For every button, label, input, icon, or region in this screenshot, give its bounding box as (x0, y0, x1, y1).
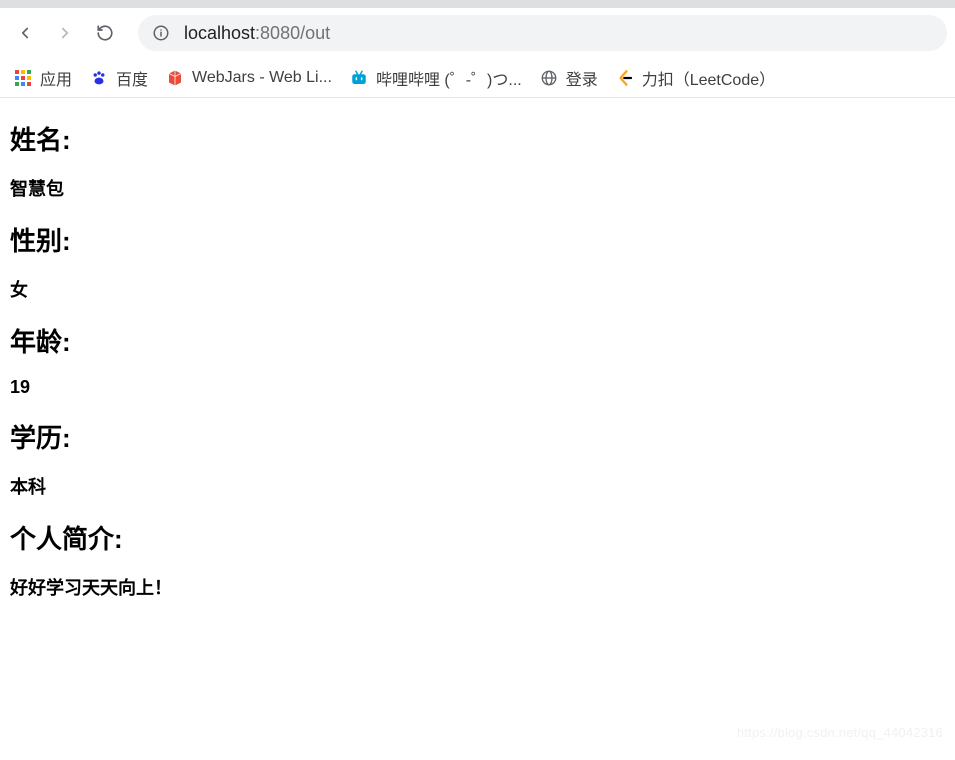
bookmark-label: WebJars - Web Li... (192, 69, 332, 87)
address-bar[interactable]: localhost:8080/out (138, 15, 947, 51)
site-info-icon[interactable] (152, 24, 170, 42)
bookmark-apps[interactable]: 应用 (14, 66, 72, 90)
browser-toolbar: localhost:8080/out (0, 8, 955, 58)
bookmark-label: 百度 (116, 66, 148, 90)
bookmark-bilibili[interactable]: 哔哩哔哩 (゜-゜)つ... (350, 66, 522, 90)
bookmark-bar: 应用 百度 WebJars - Web Li... 哔哩哔哩 (゜-゜)つ...… (0, 58, 955, 98)
bio-value: 好好学习天天向上！ (10, 574, 945, 600)
bookmark-label: 登录 (566, 66, 598, 90)
bilibili-icon (350, 69, 368, 87)
bookmark-login[interactable]: 登录 (540, 66, 598, 90)
apps-icon (14, 69, 32, 87)
baidu-icon (90, 69, 108, 87)
gender-label: 性别: (10, 221, 945, 258)
reload-button[interactable] (88, 16, 122, 50)
url-text: localhost:8080/out (184, 23, 330, 44)
webjars-icon (166, 69, 184, 87)
forward-button[interactable] (48, 16, 82, 50)
url-host: localhost (184, 23, 255, 44)
bookmark-webjars[interactable]: WebJars - Web Li... (166, 69, 332, 87)
globe-icon (540, 69, 558, 87)
age-label: 年龄: (10, 322, 945, 359)
bio-label: 个人简介: (10, 519, 945, 556)
name-value: 智慧包 (10, 175, 945, 201)
tab-strip (0, 0, 955, 8)
watermark: https://blog.csdn.net/qq_44042316 (737, 725, 943, 740)
edu-label: 学历: (10, 418, 945, 455)
bookmark-baidu[interactable]: 百度 (90, 66, 148, 90)
edu-value: 本科 (10, 473, 945, 499)
bookmark-label: 哔哩哔哩 (゜-゜)つ... (376, 66, 522, 90)
age-value: 19 (10, 377, 945, 398)
url-rest: :8080/out (255, 23, 330, 44)
name-label: 姓名: (10, 120, 945, 157)
bookmark-label: 应用 (40, 66, 72, 90)
leetcode-icon (616, 69, 634, 87)
page-content: 姓名: 智慧包 性别: 女 年龄: 19 学历: 本科 个人简介: 好好学习天天… (0, 98, 955, 638)
gender-value: 女 (10, 276, 945, 302)
bookmark-leetcode[interactable]: 力扣（LeetCode） (616, 66, 775, 90)
bookmark-label: 力扣（LeetCode） (642, 66, 775, 90)
back-button[interactable] (8, 16, 42, 50)
